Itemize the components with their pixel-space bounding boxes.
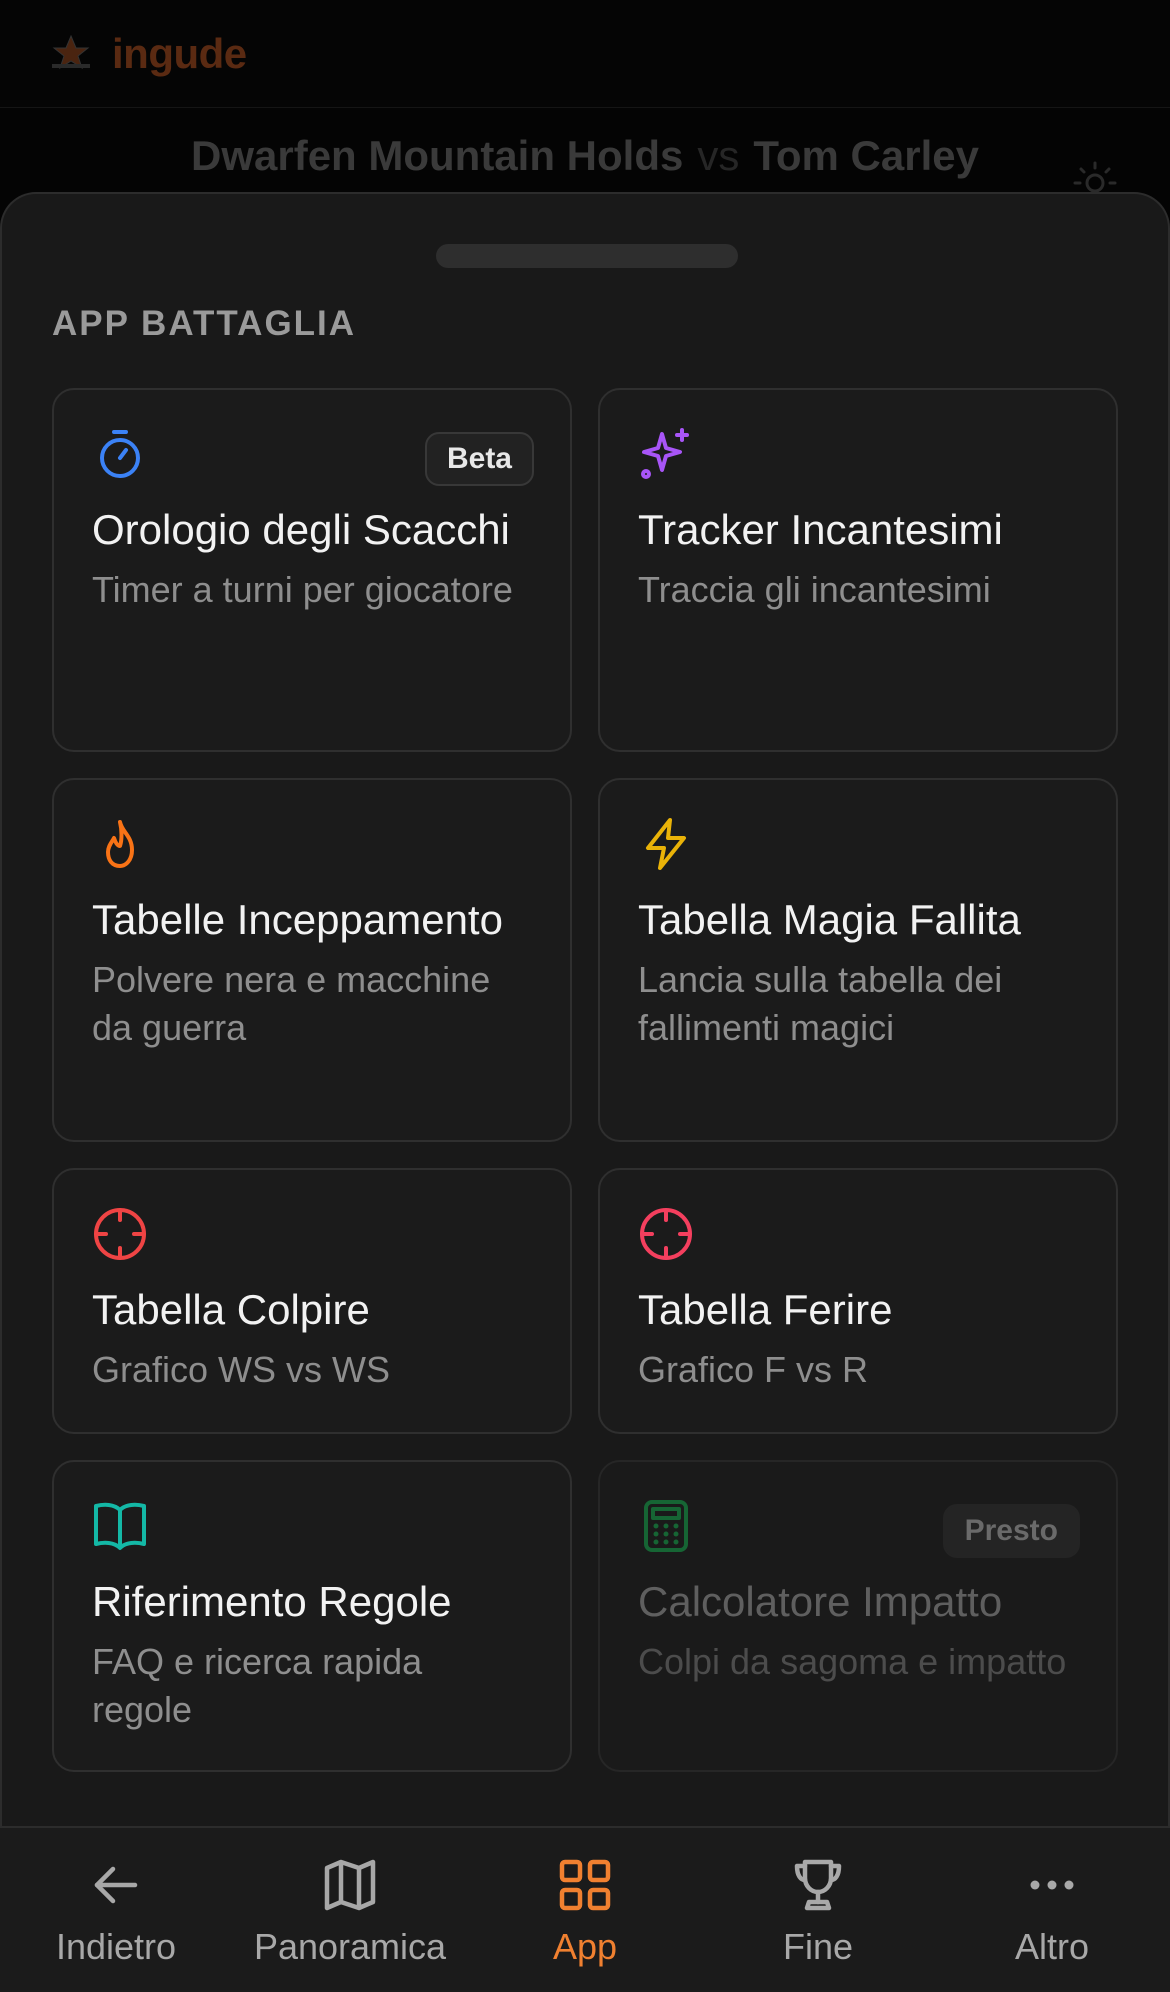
grid-icon <box>559 1859 611 1911</box>
card-title: Tabella Magia Fallita <box>638 896 1021 943</box>
crosshair-icon <box>94 1208 146 1260</box>
nav-overview[interactable]: Panoramica <box>240 1856 460 1976</box>
card-rules-reference[interactable]: Riferimento Regole FAQ e ricerca rapida … <box>52 1460 572 1772</box>
card-description: Colpi da sagoma e impatto <box>638 1641 1067 1682</box>
card-to-hit-table[interactable]: Tabella Colpire Grafico WS vs WS <box>52 1168 572 1434</box>
battle-apps-sheet: APP BATTAGLIA Beta Orologio degli Scacch… <box>0 192 1170 1832</box>
crosshair-icon <box>640 1208 692 1260</box>
player-one-name: Dwarfen Mountain Holds <box>191 132 684 179</box>
nav-label: App <box>552 1926 618 1967</box>
arrow-left-icon <box>94 1866 138 1904</box>
card-title: Tabella Colpire <box>92 1286 370 1333</box>
nav-label: Altro <box>1014 1926 1090 1967</box>
lightning-icon <box>646 818 686 870</box>
page: ingude Dwarfen Mountain Holds vs Tom Car… <box>0 0 1170 1992</box>
sheet-drag-handle[interactable] <box>436 244 738 268</box>
versus-label: vs <box>697 132 740 179</box>
card-description: Timer a turni per giocatore <box>92 569 513 610</box>
card-title: Calcolatore Impatto <box>638 1578 1003 1625</box>
match-title: Dwarfen Mountain Holds vs Tom Carley <box>0 108 1170 204</box>
coming-soon-badge: Presto <box>942 1504 1080 1558</box>
logo-icon <box>52 34 90 69</box>
nav-label: Indietro <box>55 1926 177 1967</box>
card-description: Lancia sulla tabella dei fallimenti magi… <box>638 959 1003 1048</box>
brand-name[interactable]: ingude <box>112 30 247 78</box>
nav-back[interactable]: Indietro <box>6 1856 226 1976</box>
flame-icon <box>106 820 134 868</box>
card-misfire-tables[interactable]: Tabelle Inceppamento Polvere nera e macc… <box>52 778 572 1142</box>
card-title: Tabella Ferire <box>638 1286 893 1333</box>
card-description: Grafico F vs R <box>638 1349 869 1390</box>
stopwatch-icon <box>100 430 140 478</box>
calculator-icon <box>644 1500 688 1552</box>
card-title: Tabelle Inceppamento <box>92 896 503 943</box>
card-impact-calculator: Presto Calcolatore Impatto Colpi da sago… <box>598 1460 1118 1772</box>
map-icon <box>324 1859 376 1911</box>
player-two-name: Tom Carley <box>753 132 979 179</box>
beta-badge: Beta <box>424 432 534 486</box>
nav-label: Fine <box>782 1926 854 1967</box>
book-icon <box>94 1502 146 1550</box>
card-title: Riferimento Regole <box>92 1578 452 1625</box>
card-description: Polvere nera e macchine da guerra <box>92 959 491 1048</box>
card-description: Grafico WS vs WS <box>92 1349 391 1390</box>
more-horizontal-icon <box>1030 1880 1074 1890</box>
card-to-wound-table[interactable]: Tabella Ferire Grafico F vs R <box>598 1168 1118 1434</box>
sparkles-icon <box>641 428 689 479</box>
nav-apps[interactable]: App <box>475 1856 695 1976</box>
card-description: Traccia gli incantesimi <box>638 569 991 610</box>
trophy-icon <box>794 1859 842 1911</box>
card-title: Tracker Incantesimi <box>638 506 1003 553</box>
top-app-bar: ingude <box>0 0 1170 108</box>
bottom-navigation: Indietro Panoramica App Fine Altro <box>0 1826 1170 1992</box>
nav-more[interactable]: Altro <box>942 1856 1162 1976</box>
section-title: APP BATTAGLIA <box>52 304 357 343</box>
nav-finish[interactable]: Fine <box>708 1856 928 1976</box>
nav-label: Panoramica <box>253 1926 447 1967</box>
card-miscast-table[interactable]: Tabella Magia Fallita Lancia sulla tabel… <box>598 778 1118 1142</box>
card-spell-tracker[interactable]: Tracker Incantesimi Traccia gli incantes… <box>598 388 1118 752</box>
card-title: Orologio degli Scacchi <box>92 506 510 553</box>
card-description: FAQ e ricerca rapida regole <box>92 1641 423 1730</box>
card-chess-clock[interactable]: Beta Orologio degli Scacchi Timer a turn… <box>52 388 572 752</box>
